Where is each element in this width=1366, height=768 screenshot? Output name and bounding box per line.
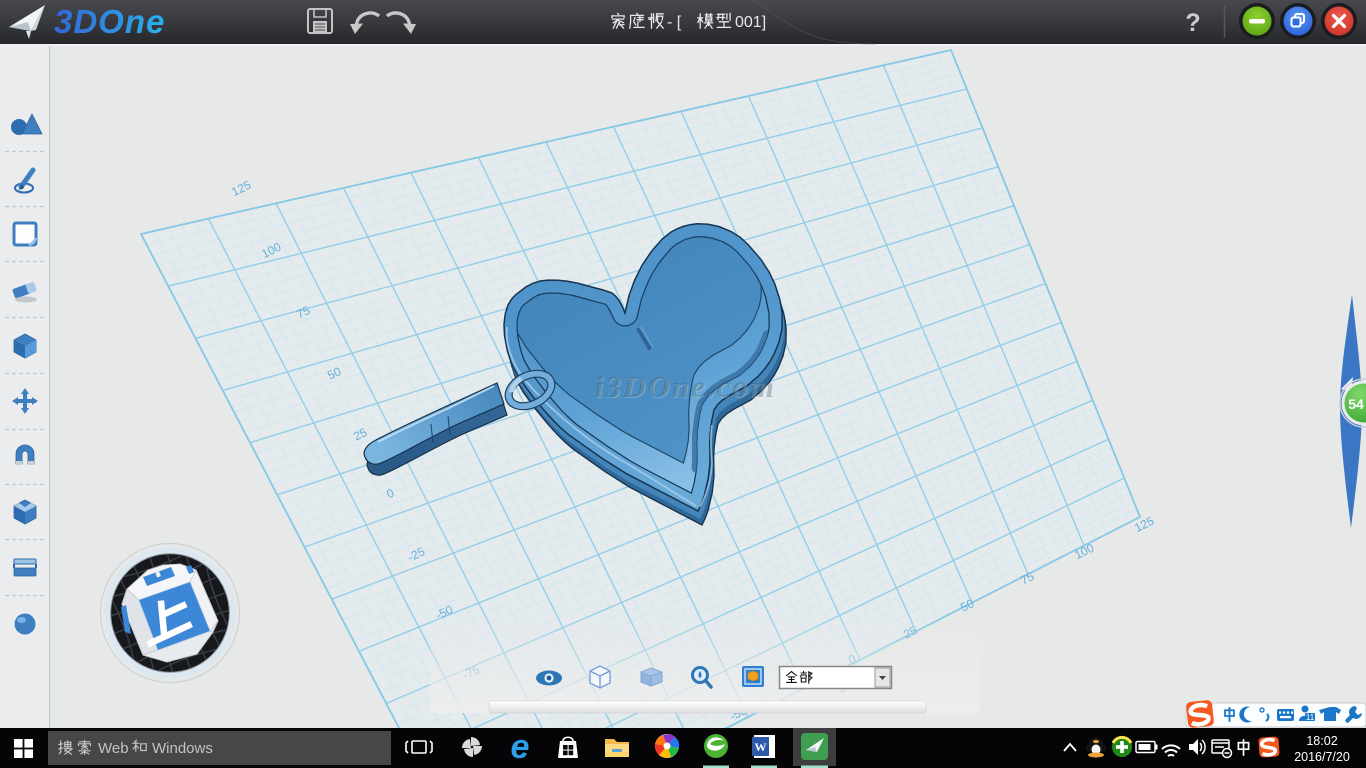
svg-text:Web: Web (98, 740, 129, 757)
svg-text:e: e (511, 728, 530, 766)
svg-text:W: W (755, 740, 767, 754)
svg-text:2016/7/20: 2016/7/20 (1294, 750, 1350, 764)
svg-text:18:02: 18:02 (1306, 734, 1337, 748)
svg-text:Windows: Windows (152, 740, 213, 757)
